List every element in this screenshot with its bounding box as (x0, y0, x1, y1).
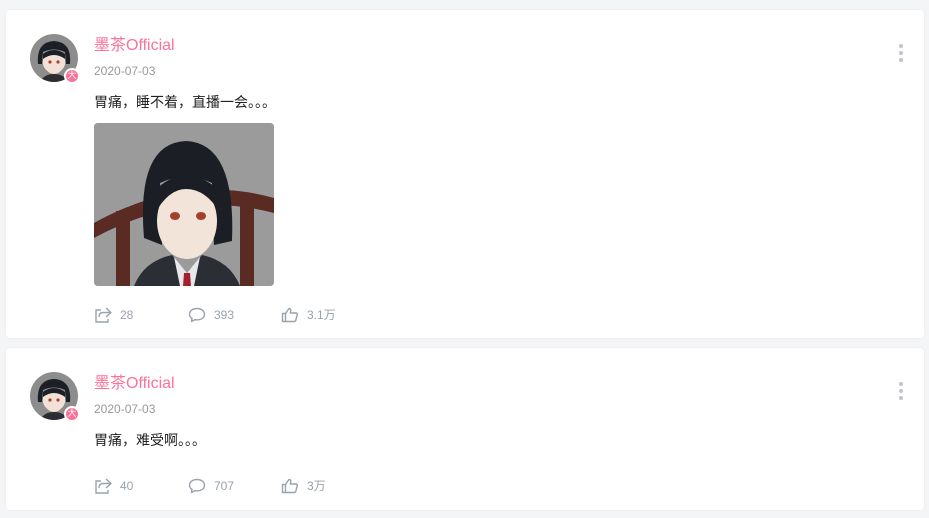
username[interactable]: 墨茶Official (94, 36, 175, 56)
more-vertical-icon[interactable] (898, 382, 904, 400)
like-count: 3万 (307, 479, 326, 493)
username[interactable]: 墨茶Official (94, 374, 175, 394)
action-bar: 40 707 3万 (94, 477, 381, 494)
forward-count: 40 (120, 478, 134, 493)
share-icon (95, 477, 112, 494)
forward-button[interactable]: 28 (94, 306, 188, 323)
forward-button[interactable]: 40 (94, 477, 188, 494)
post-date[interactable]: 2020-07-03 (94, 63, 155, 79)
dynamic-card: 大 墨茶Official 2020-07-03 胃痛，睡不着，直播一会。。。 2… (6, 10, 924, 338)
like-button[interactable]: 3万 (281, 477, 381, 494)
dynamic-card: 大 墨茶Official 2020-07-03 胃痛，难受啊。。。 40 707… (6, 348, 924, 510)
forward-count: 28 (120, 307, 134, 322)
thumbs-up-icon (281, 478, 298, 493)
more-vertical-icon[interactable] (898, 44, 904, 62)
share-icon (95, 306, 112, 323)
like-button[interactable]: 3.1万 (281, 306, 381, 323)
post-date[interactable]: 2020-07-03 (94, 401, 155, 417)
like-count: 3.1万 (307, 308, 336, 322)
comment-icon (188, 478, 206, 493)
avatar[interactable]: 大 (30, 34, 80, 84)
comment-button[interactable]: 393 (188, 307, 281, 323)
comment-button[interactable]: 707 (188, 478, 281, 494)
comment-count: 707 (214, 478, 235, 493)
comment-icon (188, 307, 206, 322)
comment-count: 393 (214, 307, 235, 322)
vip-badge: 大 (64, 406, 80, 422)
post-text: 胃痛，睡不着，直播一会。。。 (94, 94, 276, 110)
post-image[interactable] (94, 123, 274, 286)
vip-badge: 大 (64, 68, 80, 84)
avatar[interactable]: 大 (30, 372, 80, 422)
thumbs-up-icon (281, 307, 298, 322)
post-text: 胃痛，难受啊。。。 (94, 432, 206, 448)
action-bar: 28 393 3.1万 (94, 306, 381, 323)
